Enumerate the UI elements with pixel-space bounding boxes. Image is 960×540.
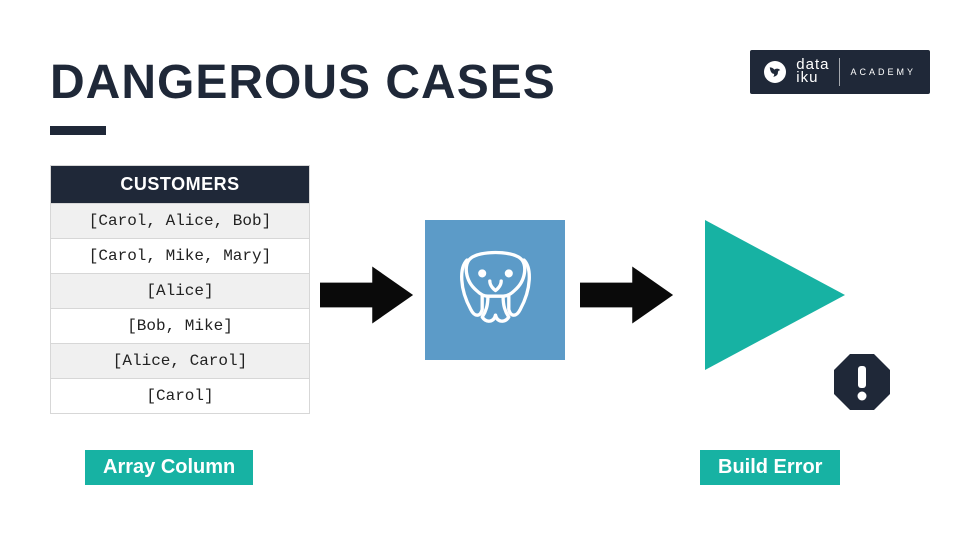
table-row: [Alice] xyxy=(51,273,309,308)
brand-line-2: iku xyxy=(796,72,829,85)
table-row: [Carol] xyxy=(51,378,309,413)
table-row: [Carol, Alice, Bob] xyxy=(51,203,309,238)
brand-name: data iku xyxy=(796,59,829,85)
table-row: [Bob, Mike] xyxy=(51,308,309,343)
divider xyxy=(839,58,840,86)
table-row: [Alice, Carol] xyxy=(51,343,309,378)
brand-sub: ACADEMY xyxy=(850,67,916,77)
table-row: [Carol, Mike, Mary] xyxy=(51,238,309,273)
slide: data iku ACADEMY DANGEROUS CASES CUSTOME… xyxy=(0,0,960,540)
warning-octagon-icon xyxy=(830,350,894,414)
table-header: CUSTOMERS xyxy=(51,166,309,203)
customers-table: CUSTOMERS [Carol, Alice, Bob] [Carol, Mi… xyxy=(50,165,310,414)
postgresql-icon xyxy=(425,220,565,360)
right-arrow-icon xyxy=(580,260,675,335)
build-error-label: Build Error xyxy=(700,450,840,485)
array-column-label: Array Column xyxy=(85,450,253,485)
brand-badge: data iku ACADEMY xyxy=(750,50,930,94)
slide-title: DANGEROUS CASES xyxy=(50,55,556,110)
title-underline xyxy=(50,126,106,135)
right-arrow-icon xyxy=(320,260,415,335)
bird-icon xyxy=(764,61,786,83)
